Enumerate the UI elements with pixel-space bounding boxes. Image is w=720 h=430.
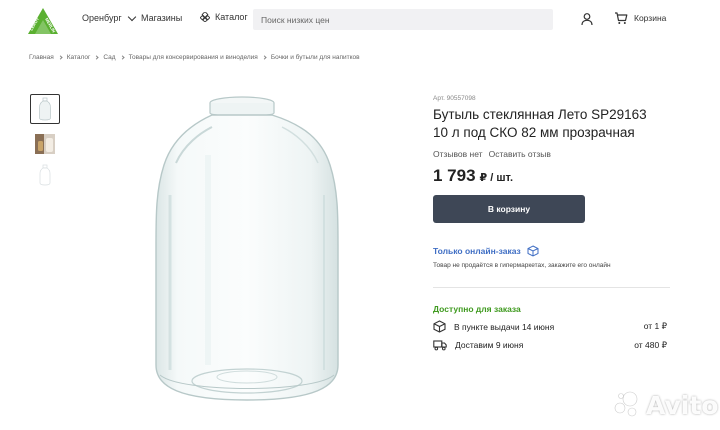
user-icon[interactable] [580,12,594,26]
pickup-price: от 1 ₽ [643,321,667,331]
truck-icon [433,340,447,351]
product-title-line-2: 10 л под СКО 82 мм прозрачная [433,125,635,140]
thumbnail-2[interactable] [30,129,60,159]
courier-label: Доставим 9 июня [455,340,524,350]
reviews-row: Отзывов нет Оставить отзыв [433,149,551,159]
article-number: Арт. 90557098 [433,95,476,102]
product-title: Бутыль стеклянная Лето SP29163 10 л под … [433,106,683,142]
breadcrumb-home[interactable]: Главная [29,54,54,61]
avito-watermark: Avito [612,390,718,420]
price-block: 1 793 ₽ / шт. [433,166,513,186]
catalog-button[interactable]: Каталог [200,12,248,22]
search-input[interactable]: Поиск низких цен [253,9,553,30]
online-only-note: Товар не продаётся в гипермаркетах, зака… [433,262,611,269]
delivery-option-pickup: В пункте выдачи 14 июня от 1 ₽ [433,320,667,333]
catalog-icon [200,12,210,22]
cart-label: Корзина [634,13,667,23]
avito-watermark-text: Avito [646,390,719,420]
box-3d-icon [527,245,539,257]
stores-link[interactable]: Магазины [141,13,182,23]
add-to-cart-button[interactable]: В корзину [433,195,585,223]
chevron-right-icon [119,55,125,60]
divider [433,287,670,288]
box-icon [433,320,446,333]
chevron-right-icon [262,55,267,60]
delivery-option-courier: Доставим 9 июня от 480 ₽ [433,339,667,351]
glass-bottle-image [155,96,339,401]
breadcrumb-barrels[interactable]: Бочки и бутыли для напитков [271,54,360,61]
breadcrumb-catalog[interactable]: Каталог [67,54,91,61]
reviews-count: Отзывов нет [433,149,483,159]
chevron-right-icon [58,55,63,60]
catalog-label: Каталог [215,12,248,22]
thumbnail-3[interactable] [30,160,60,190]
leave-review-link[interactable]: Оставить отзыв [489,149,551,159]
leroy-merlin-logo[interactable]: LEROY MERLIN [26,4,60,38]
bottle-white-thumbnail-image [39,164,51,186]
avito-logo-icon [614,391,638,417]
price-value: 1 793 [433,166,476,185]
pickup-label: В пункте выдачи 14 июня [454,321,555,332]
bottle-in-use-image [35,134,55,154]
top-header: LEROY MERLIN Оренбург Магазины Каталог П… [0,0,720,40]
availability-title: Доступно для заказа [433,304,521,314]
chevron-down-icon [127,12,136,21]
online-only-label: Только онлайн-заказ [433,246,521,256]
breadcrumb-canning[interactable]: Товары для консервирования и виноделия [129,54,258,61]
product-title-line-1: Бутыль стеклянная Лето SP29163 [433,107,647,122]
online-only-link[interactable]: Только онлайн-заказ [433,245,539,257]
bottle-thumbnail-image [39,97,51,121]
breadcrumb-garden[interactable]: Сад [103,54,115,61]
breadcrumb: Главная Каталог Сад Товары для консервир… [29,54,360,61]
price-unit: ₽ / шт. [479,172,514,184]
chevron-right-icon [94,55,100,60]
courier-price: от 480 ₽ [634,339,667,350]
city-label: Оренбург [82,13,122,23]
cart-icon [615,12,628,24]
city-selector[interactable]: Оренбург [82,12,136,23]
thumbnail-1[interactable] [30,94,60,124]
cart-button[interactable]: Корзина [614,11,666,25]
